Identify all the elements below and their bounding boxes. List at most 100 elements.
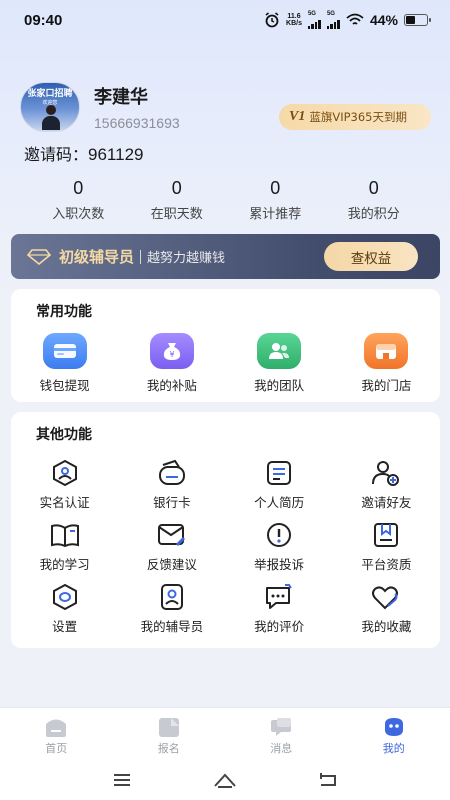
svg-text:¥: ¥	[169, 350, 174, 359]
function-my-subsidy[interactable]: ¥ 我的补贴	[118, 333, 225, 394]
tutor-banner: 初级辅导员 越努力越赚钱 查权益	[11, 234, 440, 279]
stats-row: 0 入职次数 0 在职天数 0 累计推荐 0 我的积分	[29, 178, 423, 222]
function-label: 举报投诉	[254, 557, 305, 572]
id-verify-icon	[49, 458, 81, 488]
stat-value: 0	[73, 178, 84, 198]
function-bank-card[interactable]: 银行卡	[118, 458, 225, 511]
function-label: 我的门店	[361, 378, 412, 393]
team-icon	[257, 333, 302, 369]
stat-referrals[interactable]: 0 累计推荐	[226, 178, 325, 222]
book-icon	[49, 520, 81, 550]
view-benefits-button[interactable]: 查权益	[324, 242, 418, 271]
vip-level-icon: V1	[289, 109, 306, 124]
signup-icon	[158, 718, 179, 737]
common-functions-row: 钱包提现 ¥ 我的补贴 我的团队 我的门店	[11, 333, 440, 394]
tab-mine[interactable]: 我的	[338, 708, 450, 759]
function-label: 钱包提现	[39, 378, 90, 393]
function-qualification[interactable]: 平台资质	[333, 520, 440, 573]
user-name: 李建华	[94, 87, 148, 108]
section-title: 其他功能	[36, 427, 92, 443]
stat-days-employed[interactable]: 0 在职天数	[128, 178, 227, 222]
stat-value: 0	[368, 178, 379, 198]
alarm-icon	[265, 12, 279, 28]
stat-value: 0	[171, 178, 182, 198]
menu-nav-button[interactable]	[102, 768, 142, 792]
function-report[interactable]: 举报投诉	[226, 520, 333, 573]
bottom-tab-bar: 首页 报名 消息 我的	[0, 707, 450, 759]
tutor-level: 初级辅导员	[59, 248, 135, 266]
other-functions-row-1: 实名认证 银行卡 个人简历 邀请好友	[11, 458, 440, 511]
function-wallet-withdraw[interactable]: 钱包提现	[11, 333, 118, 394]
vip-text: 蓝旗VIP365天到期	[309, 110, 407, 124]
stat-label: 我的积分	[347, 207, 400, 222]
store-icon	[364, 333, 409, 369]
tab-messages[interactable]: 消息	[225, 708, 338, 759]
tab-label: 首页	[45, 742, 68, 755]
function-label: 我的学习	[39, 557, 90, 572]
stat-hire-count[interactable]: 0 入职次数	[29, 178, 128, 222]
stat-points[interactable]: 0 我的积分	[325, 178, 424, 222]
function-feedback[interactable]: 反馈建议	[118, 520, 225, 573]
settings-icon	[49, 582, 81, 612]
resume-icon	[263, 458, 295, 488]
avatar[interactable]: 张家口招聘 欢迎您	[20, 82, 80, 132]
function-invite-friend[interactable]: 邀请好友	[333, 458, 440, 511]
qualification-icon	[370, 520, 402, 550]
tab-home[interactable]: 首页	[0, 708, 113, 759]
stat-value: 0	[270, 178, 281, 198]
battery-percent: 44%	[369, 12, 398, 28]
avatar-person	[42, 105, 60, 131]
invite-code-label: 邀请码：	[24, 145, 89, 164]
function-my-team[interactable]: 我的团队	[226, 333, 333, 394]
function-id-verify[interactable]: 实名认证	[11, 458, 118, 511]
function-label: 我的评价	[254, 619, 305, 634]
function-settings[interactable]: 设置	[11, 582, 118, 635]
user-phone: 15666931693	[94, 115, 180, 131]
tab-label: 消息	[270, 742, 293, 755]
function-label: 我的辅导员	[140, 619, 204, 634]
function-label: 我的团队	[254, 378, 305, 393]
status-bar: 09:40 11.6 KB/s 5G 5G 44%	[0, 0, 450, 40]
back-nav-button[interactable]	[308, 768, 348, 792]
other-functions-card: 其他功能 实名认证 银行卡 个人简历 邀请好友 我的学习 反馈建议 举报投诉 平…	[11, 412, 440, 648]
function-label: 我的补贴	[146, 378, 197, 393]
function-my-store[interactable]: 我的门店	[333, 333, 440, 394]
bank-card-icon	[156, 458, 188, 488]
common-functions-card: 常用功能 钱包提现 ¥ 我的补贴 我的团队 我的门店	[11, 289, 440, 402]
tab-signup[interactable]: 报名	[113, 708, 226, 759]
review-icon	[263, 582, 295, 612]
menu-icon	[113, 773, 130, 786]
function-label: 反馈建议	[146, 557, 197, 572]
signal-icon-2: 5G	[326, 11, 340, 29]
section-title: 常用功能	[36, 304, 92, 320]
function-label: 设置	[52, 619, 78, 634]
wifi-icon	[346, 13, 364, 25]
home-nav-button[interactable]	[205, 768, 245, 792]
function-my-study[interactable]: 我的学习	[11, 520, 118, 573]
invite-friend-icon	[370, 458, 402, 488]
report-icon	[263, 520, 295, 550]
function-my-review[interactable]: 我的评价	[226, 582, 333, 635]
invite-code-value: 961129	[88, 145, 144, 164]
tutor-icon	[156, 582, 188, 612]
profile-header: 张家口招聘 欢迎您 李建华 15666931693	[20, 82, 180, 132]
stat-label: 入职次数	[52, 207, 105, 222]
function-my-tutor[interactable]: 我的辅导员	[118, 582, 225, 635]
function-my-favorites[interactable]: 我的收藏	[333, 582, 440, 635]
system-nav-bar	[0, 759, 450, 800]
function-resume[interactable]: 个人简历	[226, 458, 333, 511]
function-label: 个人简历	[254, 495, 305, 510]
net-speed: 11.6 KB/s	[286, 13, 302, 27]
wallet-icon	[42, 333, 87, 369]
divider	[140, 249, 142, 264]
stat-label: 在职天数	[150, 207, 203, 222]
diamond-icon	[27, 248, 51, 265]
home-outline-icon	[214, 773, 236, 788]
vip-badge[interactable]: V1 蓝旗VIP365天到期	[279, 104, 431, 130]
status-time: 09:40	[24, 11, 63, 29]
favorite-icon	[370, 582, 402, 612]
function-label: 邀请好友	[361, 495, 412, 510]
tutor-slogan: 越努力越赚钱	[147, 251, 226, 266]
invite-code-row[interactable]: 邀请码：961129	[24, 141, 143, 165]
signal-icon-1: 5G	[307, 11, 321, 29]
